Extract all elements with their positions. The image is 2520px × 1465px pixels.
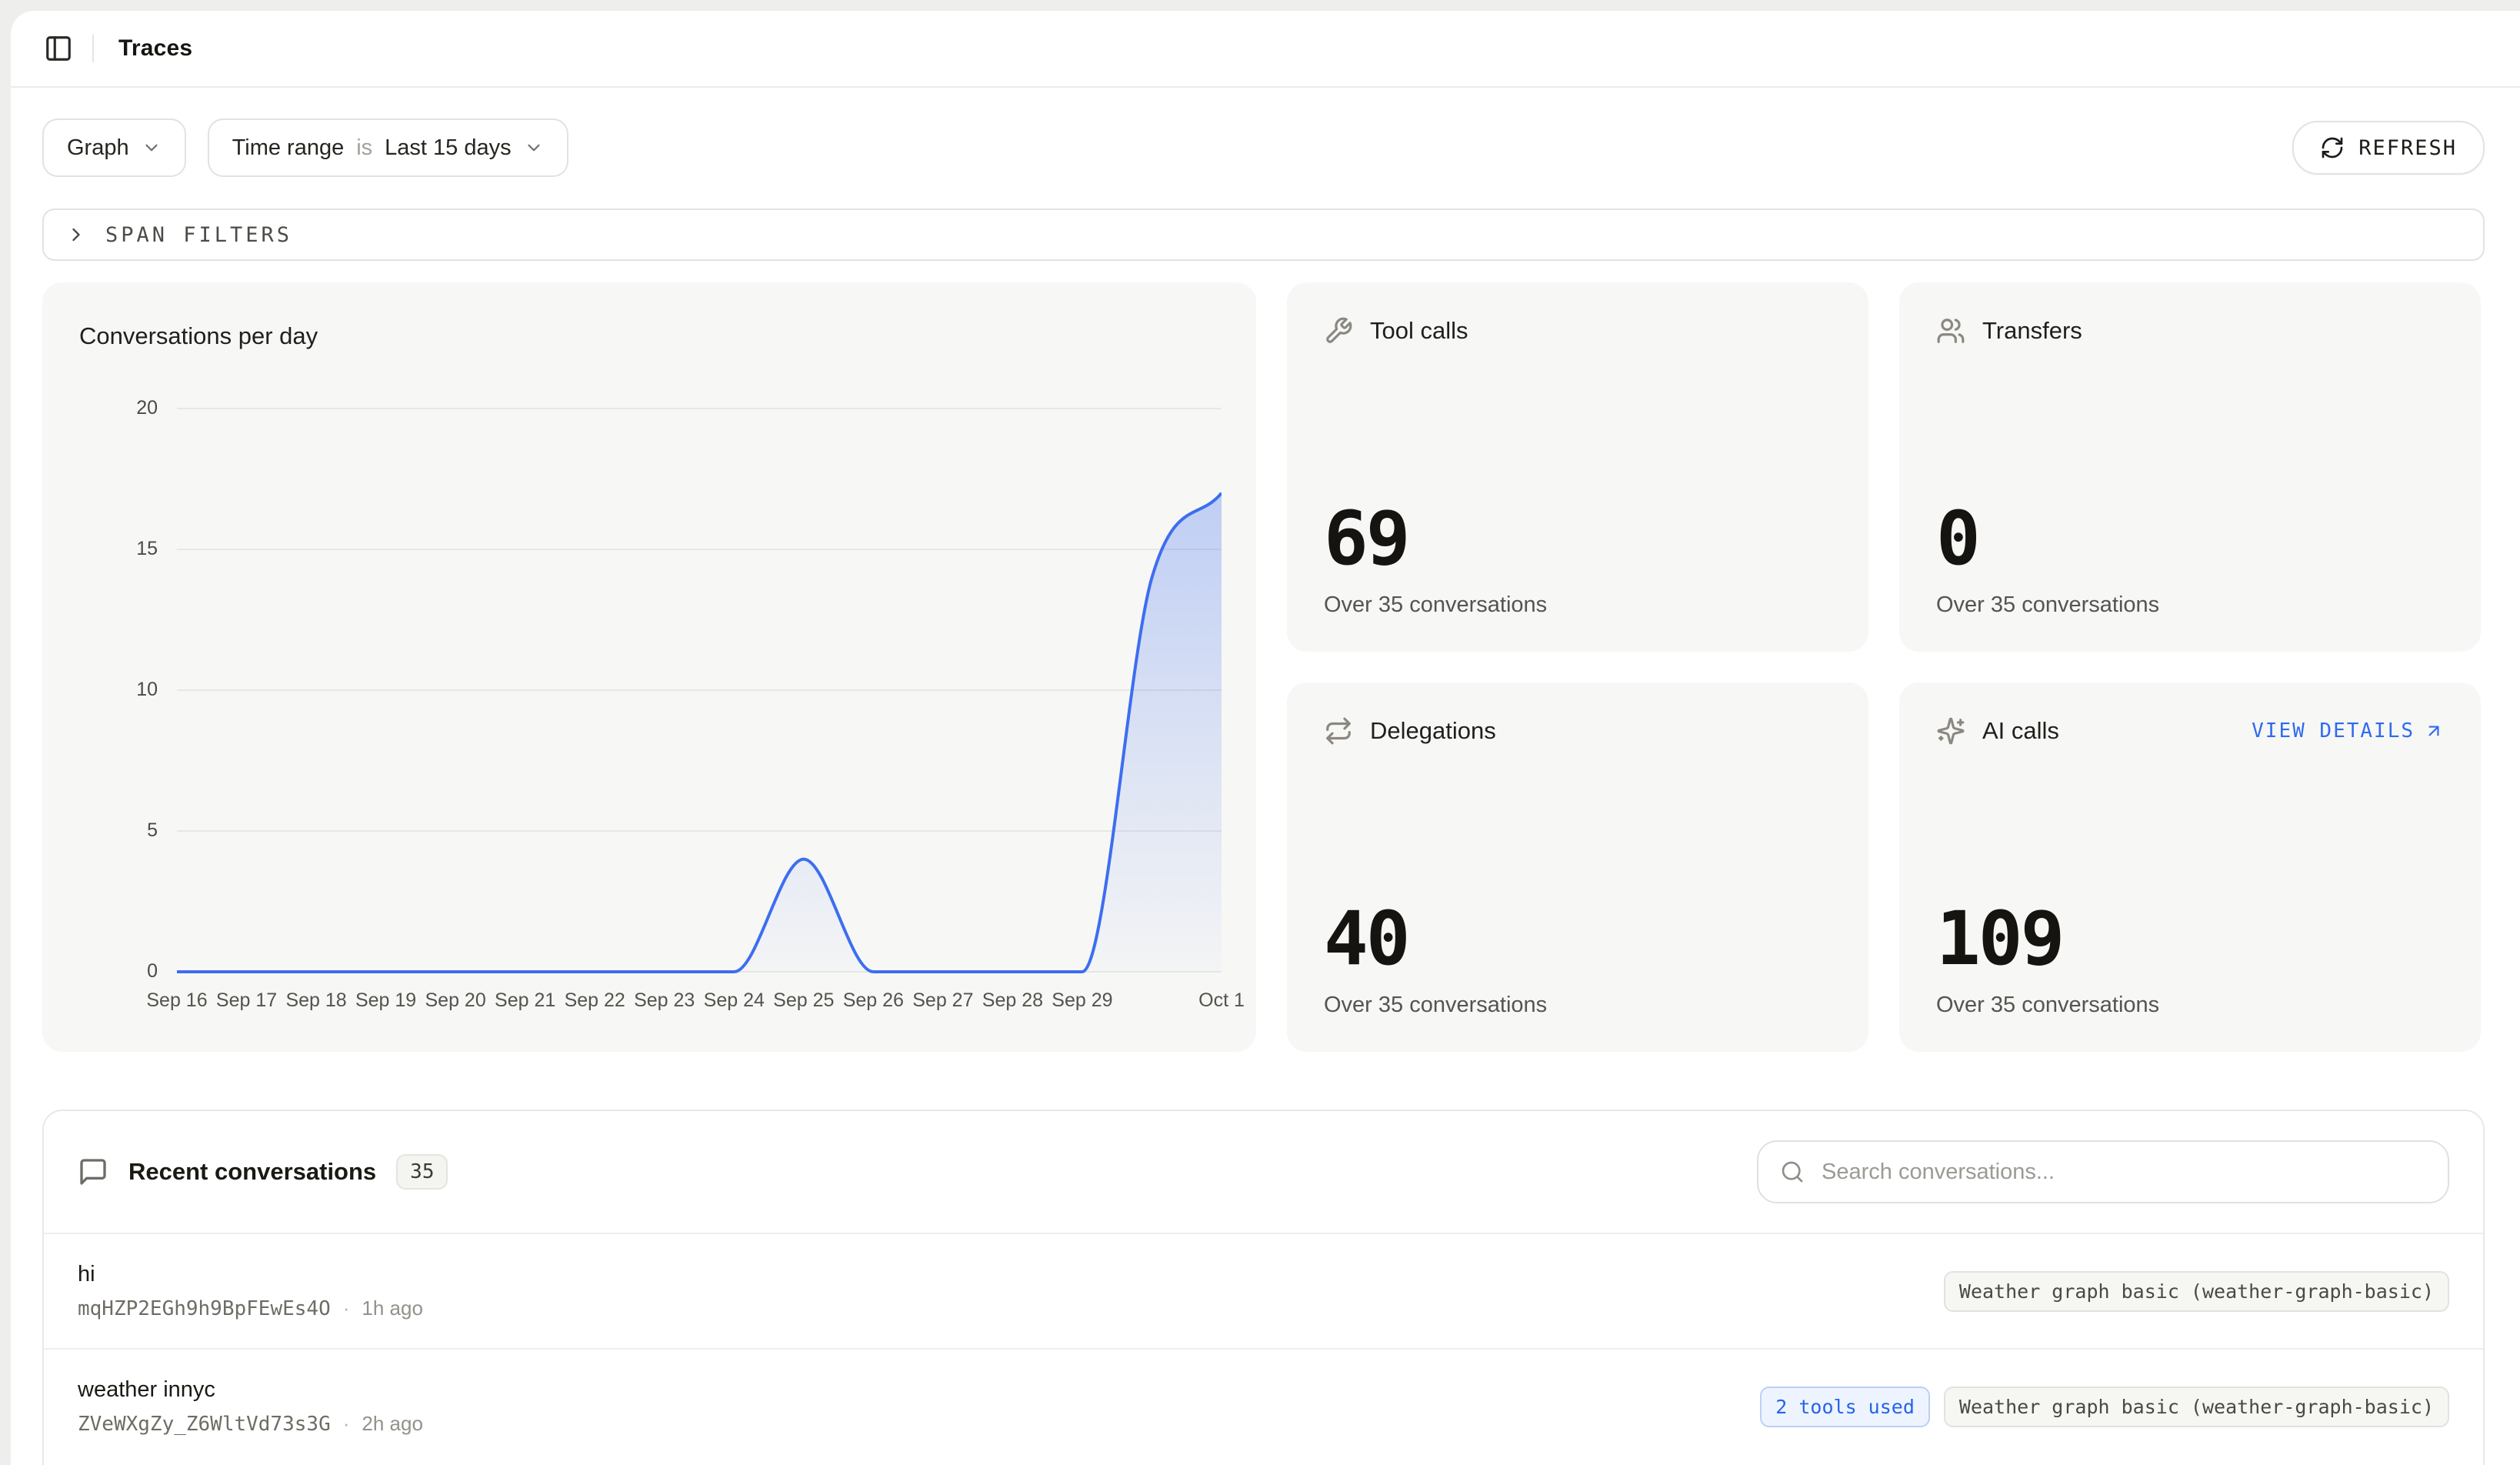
conversation-row[interactable]: weather innyc ZVeWXgZy_Z6WltVd73s3G · 2h… xyxy=(44,1348,2483,1463)
conversation-id: mqHZP2EGh9h9BpFEwEs4O xyxy=(78,1297,331,1320)
refresh-icon xyxy=(2320,135,2345,160)
main-content: Graph Time range is Last 15 days REFRESH… xyxy=(11,88,2520,1465)
header-divider xyxy=(92,35,94,62)
repeat-icon xyxy=(1324,716,1353,746)
search-conversations-input[interactable] xyxy=(1820,1159,2426,1186)
agent-badge: Weather graph basic (weather-graph-basic… xyxy=(1944,1387,2449,1427)
stat-subtitle: Over 35 conversations xyxy=(1324,993,1832,1018)
meta-separator: · xyxy=(343,1412,350,1436)
conversation-badges: 2 tools used Weather graph basic (weather… xyxy=(1760,1387,2449,1427)
conversation-badges: Weather graph basic (weather-graph-basic… xyxy=(1944,1271,2449,1312)
y-tick-label: 10 xyxy=(42,679,158,701)
users-icon xyxy=(1936,316,1965,345)
wrench-icon xyxy=(1324,316,1353,345)
conversation-time: 1h ago xyxy=(362,1296,423,1320)
message-square-icon xyxy=(78,1156,108,1187)
stat-card-header: AI calls VIEW DETAILS xyxy=(1936,716,2444,746)
stat-label: AI calls xyxy=(1982,717,2059,745)
recent-conversations-title: Recent conversations xyxy=(128,1158,376,1186)
recent-conversations-card: Recent conversations 35 hi mqHZP2EGh9h9B… xyxy=(42,1110,2485,1465)
page-title: Traces xyxy=(118,35,192,62)
time-range-value: Last 15 days xyxy=(385,135,511,161)
conversation-info: weather innyc ZVeWXgZy_Z6WltVd73s3G · 2h… xyxy=(78,1377,423,1436)
stat-label: Tool calls xyxy=(1370,317,1468,345)
x-tick-label: Oct 1 xyxy=(1168,989,1275,1012)
stat-card-header: Transfers xyxy=(1936,316,2444,345)
conversation-count-badge: 35 xyxy=(396,1154,448,1190)
conversation-title: weather innyc xyxy=(78,1377,423,1403)
chart-title: Conversations per day xyxy=(79,322,318,350)
chevron-right-icon xyxy=(65,224,87,245)
stat-value: 69 xyxy=(1324,502,1832,576)
conversations-chart-card: Conversations per day 05101520 Sep 16Sep… xyxy=(42,282,1256,1052)
time-range-field: Time range xyxy=(232,135,345,161)
stat-card-transfers: Transfers 0 Over 35 conversations xyxy=(1899,282,2481,652)
panel-left-icon xyxy=(44,34,73,63)
app-window: Traces Graph Time range is Last 15 days … xyxy=(11,11,2520,1465)
stat-card-tool-calls: Tool calls 69 Over 35 conversations xyxy=(1287,282,1868,652)
y-tick-label: 15 xyxy=(42,538,158,560)
stat-value: 40 xyxy=(1324,902,1832,976)
top-bar: Traces xyxy=(11,11,2520,88)
recent-conversations-header: Recent conversations 35 xyxy=(44,1111,2483,1233)
x-tick-label: Sep 29 xyxy=(1028,989,1136,1012)
stat-card-header: Delegations xyxy=(1324,716,1832,746)
meta-separator: · xyxy=(343,1296,350,1320)
span-filters-toggle[interactable]: SPAN FILTERS xyxy=(42,209,2485,261)
sparkles-icon xyxy=(1936,716,1965,746)
conversation-info: hi mqHZP2EGh9h9BpFEwEs4O · 1h ago xyxy=(78,1262,423,1320)
conversation-id: ZVeWXgZy_Z6WltVd73s3G xyxy=(78,1413,331,1436)
conversation-meta: ZVeWXgZy_Z6WltVd73s3G · 2h ago xyxy=(78,1412,423,1436)
tools-used-badge: 2 tools used xyxy=(1760,1387,1930,1427)
stat-subtitle: Over 35 conversations xyxy=(1936,993,2444,1018)
view-mode-dropdown[interactable]: Graph xyxy=(42,118,186,177)
conversation-meta: mqHZP2EGh9h9BpFEwEs4O · 1h ago xyxy=(78,1296,423,1320)
conversation-time: 2h ago xyxy=(362,1412,423,1436)
toolbar: Graph Time range is Last 15 days REFRESH xyxy=(42,118,2485,177)
search-icon xyxy=(1780,1160,1805,1184)
stat-value: 0 xyxy=(1936,502,2444,576)
stat-value: 109 xyxy=(1936,902,2444,976)
refresh-label: REFRESH xyxy=(2358,136,2457,160)
view-details-label: VIEW DETAILS xyxy=(2252,719,2415,743)
conversation-row[interactable]: hi mqHZP2EGh9h9BpFEwEs4O · 1h ago Weathe… xyxy=(44,1233,2483,1348)
stat-card-delegations: Delegations 40 Over 35 conversations xyxy=(1287,682,1868,1052)
time-range-operator: is xyxy=(356,135,372,161)
chevron-down-icon xyxy=(524,138,544,158)
view-details-link[interactable]: VIEW DETAILS xyxy=(2252,719,2444,743)
agent-badge: Weather graph basic (weather-graph-basic… xyxy=(1944,1271,2449,1312)
conversation-title: hi xyxy=(78,1262,423,1287)
sidebar-toggle-button[interactable] xyxy=(37,27,80,70)
stat-subtitle: Over 35 conversations xyxy=(1324,592,1832,618)
stat-label: Delegations xyxy=(1370,717,1496,745)
time-range-dropdown[interactable]: Time range is Last 15 days xyxy=(208,118,568,177)
stat-card-ai-calls: AI calls VIEW DETAILS 109 Over 35 conver… xyxy=(1899,682,2481,1052)
y-tick-label: 5 xyxy=(42,819,158,842)
span-filters-label: SPAN FILTERS xyxy=(105,223,292,247)
conversation-list: hi mqHZP2EGh9h9BpFEwEs4O · 1h ago Weathe… xyxy=(44,1233,2483,1463)
chevron-down-icon xyxy=(142,138,162,158)
stat-card-header: Tool calls xyxy=(1324,316,1832,345)
dashboard-grid: Conversations per day 05101520 Sep 16Sep… xyxy=(42,282,2485,1052)
view-mode-label: Graph xyxy=(67,135,129,161)
arrow-up-right-icon xyxy=(2424,721,2444,741)
search-conversations-box xyxy=(1757,1140,2449,1203)
conversations-area-chart xyxy=(177,406,1222,976)
y-tick-label: 0 xyxy=(42,960,158,983)
y-tick-label: 20 xyxy=(42,397,158,419)
stat-label: Transfers xyxy=(1982,317,2082,345)
stat-subtitle: Over 35 conversations xyxy=(1936,592,2444,618)
refresh-button[interactable]: REFRESH xyxy=(2292,121,2485,175)
